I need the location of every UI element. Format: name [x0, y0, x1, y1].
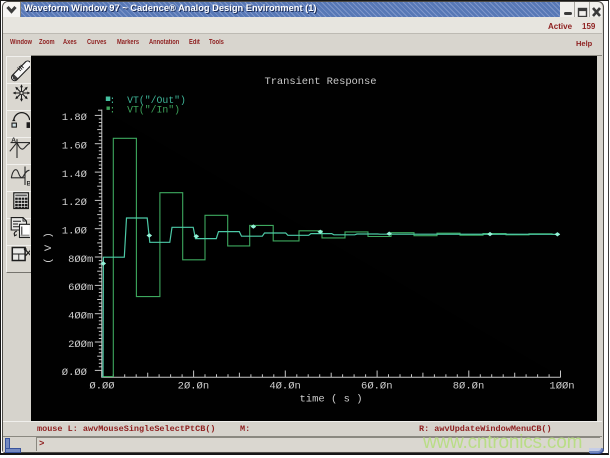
- svg-text:: VT("/In"): : VT("/In"): [110, 105, 181, 116]
- svg-text:B: B: [27, 181, 31, 188]
- svg-text:Ø.ØØ: Ø.ØØ: [62, 367, 87, 379]
- svg-text:Transient Response: Transient Response: [265, 76, 377, 88]
- svg-text:8Ø.Øn: 8Ø.Øn: [453, 381, 485, 393]
- svg-text:1ØØn: 1ØØn: [549, 381, 574, 393]
- svg-text:2Ø.Øn: 2Ø.Øn: [178, 381, 210, 393]
- svg-text:2ØØm: 2ØØm: [68, 339, 93, 351]
- svg-text:1.4Ø: 1.4Ø: [62, 169, 87, 181]
- svg-text:1.2Ø: 1.2Ø: [62, 197, 87, 209]
- svg-text:Ø.ØØ: Ø.ØØ: [89, 381, 114, 393]
- svg-text:A: A: [11, 137, 16, 144]
- svg-text:1.6Ø: 1.6Ø: [62, 141, 87, 153]
- svg-text:6Ø.Øn: 6Ø.Øn: [361, 381, 393, 393]
- svg-text:6ØØm: 6ØØm: [68, 282, 93, 294]
- svg-text:8ØØm: 8ØØm: [68, 254, 93, 266]
- svg-text:4Ø.Øn: 4Ø.Øn: [269, 381, 301, 393]
- svg-text:1.8Ø: 1.8Ø: [62, 112, 87, 124]
- svg-text:4ØØm: 4ØØm: [68, 311, 93, 323]
- svg-text:time ( s ): time ( s ): [299, 394, 362, 406]
- svg-text:1.ØØ: 1.ØØ: [62, 226, 87, 238]
- svg-text:( V ): ( V ): [43, 232, 55, 264]
